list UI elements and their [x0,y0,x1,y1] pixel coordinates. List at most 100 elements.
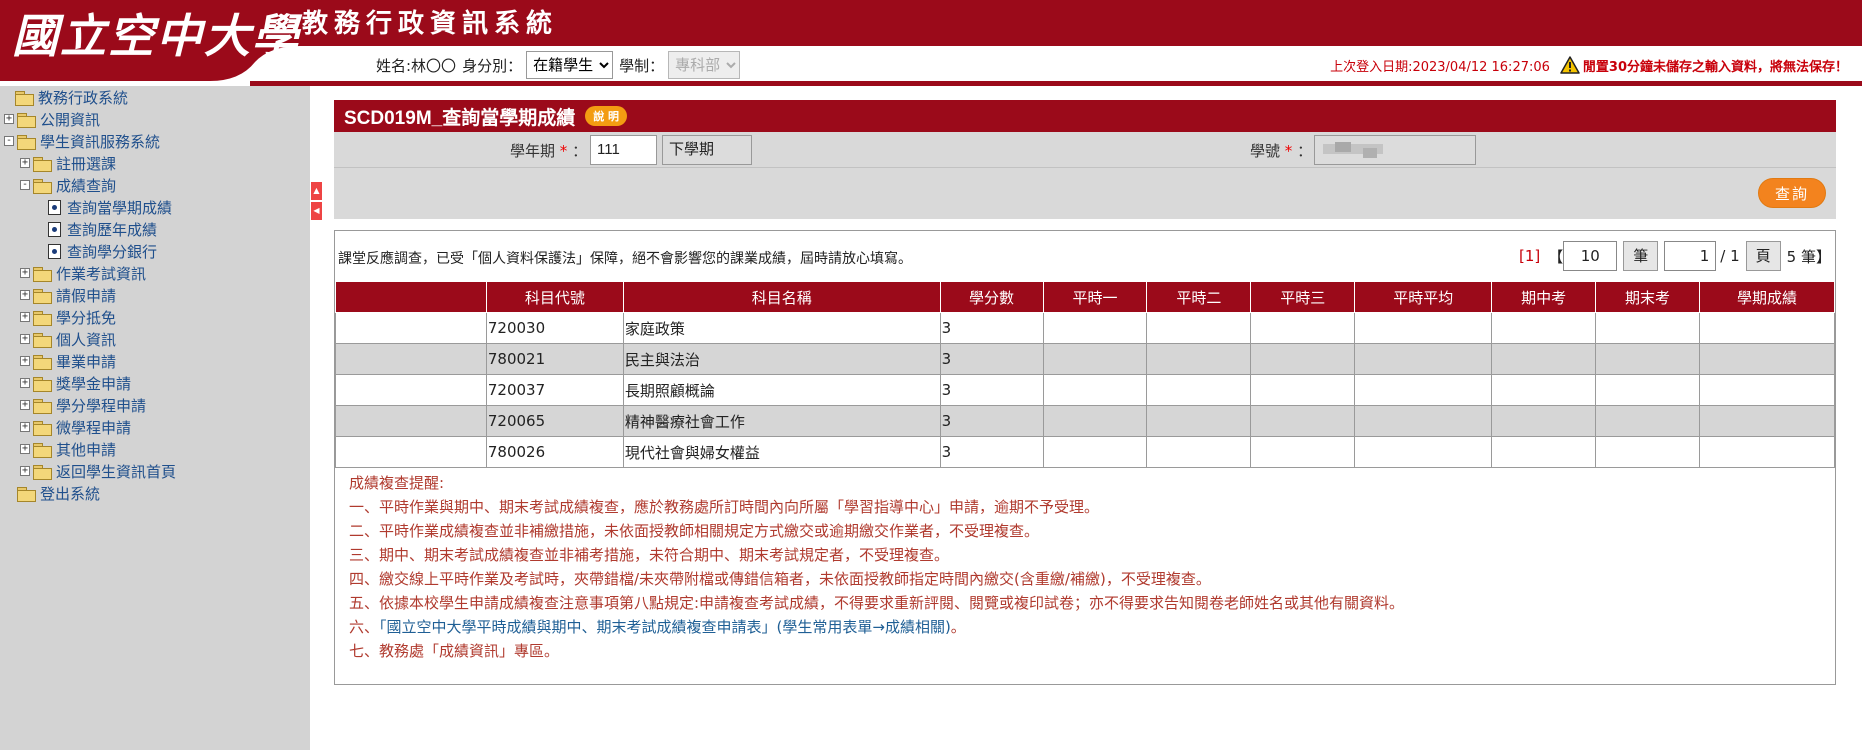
course-credits: 3 [939,405,1044,437]
sidebar-item-back-home[interactable]: + 返回學生資訊首頁 [20,460,176,482]
sidebar-item-other-applications[interactable]: + 其他申請 [20,438,116,460]
current-page-marker[interactable]: [1] [1519,247,1540,265]
tree-root-label: 教務行政系統 [38,88,129,107]
review-form-link[interactable]: 「國立空中大學平時成績與期中、期末考試成績複查申請表」(學生常用表單→成績相關) [379,618,951,636]
query-button[interactable]: 查詢 [1758,178,1826,208]
status-label: 身分別： [462,56,523,75]
record-total: 5 筆 [1786,247,1816,266]
status-select[interactable]: 在籍學生 [526,51,614,79]
expand-icon[interactable]: + [4,114,14,124]
folder-icon [33,354,52,370]
column-header: 期中考 [1491,281,1597,313]
expand-icon[interactable]: + [20,466,30,476]
sidebar-collapse-handle[interactable]: ▲ ◀ [311,182,322,222]
sidebar-item-current-grades[interactable]: 查詢當學期成績 [48,196,172,218]
sidebar-item-scholarship[interactable]: + 獎學金申請 [20,372,131,394]
folder-icon [33,288,52,304]
sidebar-item-label: 微學程申請 [56,418,132,437]
expand-icon[interactable]: + [20,290,30,300]
university-logo[interactable]: 國立空中大學 [12,6,300,66]
collapse-up-icon[interactable]: ▲ [311,182,322,200]
reminder-title: 成績複查提醒: [349,474,445,492]
folder-open-icon [17,134,36,150]
go-page-button[interactable]: 頁 [1745,241,1781,271]
expand-icon[interactable]: + [20,422,30,432]
sidebar-item-label: 學生資訊服務系統 [40,132,161,151]
expand-icon[interactable]: + [20,268,30,278]
collapse-icon[interactable]: - [4,136,14,146]
sidebar-item-label: 返回學生資訊首頁 [56,462,177,481]
sidebar-item-credit-waiver[interactable]: + 學分抵免 [20,306,116,328]
sidebar-item-label: 查詢歷年成績 [67,220,158,239]
page-title-bar: SCD019M_查詢當學期成績 說 明 [334,100,1836,132]
sidebar-item-grade-query[interactable]: - 成績查詢 [20,174,116,196]
sidebar-item-credit-bank[interactable]: 查詢學分銀行 [48,240,157,262]
page-number-input[interactable]: 1 [1664,241,1717,271]
action-row: 查詢 [334,168,1836,219]
sidebar-item-graduation[interactable]: + 畢業申請 [20,350,116,372]
sidebar-item-personal-info[interactable]: + 個人資訊 [20,328,116,350]
sidebar-item-history-grades[interactable]: 查詢歷年成績 [48,218,157,240]
course-code: 720065 [485,405,624,437]
grade-info-link[interactable]: 教務處「成績資訊」專區 [379,642,544,660]
course-name: 家庭政策 [622,312,941,344]
page-size-button[interactable]: 筆 [1623,241,1659,271]
sidebar-item-logout[interactable]: 登出系統 [4,482,100,504]
expand-icon[interactable]: + [20,444,30,454]
expand-icon[interactable]: + [20,356,30,366]
sidebar-item-label: 學分抵免 [56,308,117,327]
folder-open-icon [33,178,52,194]
expand-icon[interactable]: + [20,312,30,322]
pager: [1] 【 10 筆 1 / 1 頁 5 筆 】 [1519,241,1831,271]
page-title: SCD019M_查詢當學期成績 [344,107,576,129]
system-title: 教務行政資訊系統 [302,9,559,39]
sidebar-item-label: 請假申請 [56,286,117,305]
user-info-bar: 姓名:林〇〇 身分別： 在籍學生 學制： 專科部 [376,51,744,79]
expand-icon[interactable]: + [20,158,30,168]
reminder-line: 三、期中、期末考試成績複查並非補考措施，未符合期中、期末考試規定者，不受理複查。 [349,546,950,564]
program-label: 學制： [619,56,665,75]
tree-root[interactable]: 教務行政系統 [2,86,128,108]
header-divider [250,81,1862,86]
folder-icon [33,464,52,480]
page-size-input[interactable]: 10 [1563,241,1618,271]
table-row: 780026 現代社會與婦女權益 3 [335,436,1835,468]
sidebar-item-label: 個人資訊 [56,330,117,349]
collapse-icon[interactable]: - [20,180,30,190]
reminder-line: 二、平時作業成績複查並非補繳措施，未依面授教師相關規定方式繳交或逾期繳交作業者，… [349,522,1040,540]
expand-icon[interactable]: + [20,378,30,388]
sidebar-item-homework-exam[interactable]: + 作業考試資訊 [20,262,146,284]
warning-icon [1560,56,1580,74]
sidebar-item-student-services[interactable]: - 學生資訊服務系統 [4,130,160,152]
pager-open-bracket: 【 [1548,247,1564,266]
year-input[interactable]: 111 [590,135,657,165]
column-header: 學期成績 [1699,281,1835,313]
folder-icon [33,156,52,172]
sidebar-item-label: 註冊選課 [56,154,117,173]
reminder-line: 七、教務處「成績資訊」專區。 [349,642,560,660]
collapse-left-icon[interactable]: ◀ [311,202,322,220]
user-name: 姓名:林〇〇 [376,56,457,75]
sidebar-item-micro-program[interactable]: + 微學程申請 [20,416,131,438]
table-header-row: 科目代號 科目名稱 學分數 平時一 平時二 平時三 平時平均 期中考 期末考 學… [335,281,1835,313]
year-label: 學年期 * ： [510,142,588,160]
expand-icon[interactable]: + [20,334,30,344]
course-name: 精神醫療社會工作 [622,405,941,437]
reminder-line: 四、繳交線上平時作業及考試時，夾帶錯檔/未夾帶附檔或傳錯信箱者，未依面授教師指定… [349,570,1211,588]
sidebar-item-credit-program[interactable]: + 學分學程申請 [20,394,146,416]
expand-icon[interactable]: + [20,400,30,410]
program-select: 專科部 [668,51,741,79]
column-header: 期末考 [1595,281,1701,313]
column-header: 科目代號 [485,281,624,313]
course-code: 720037 [485,374,624,406]
course-credits: 3 [939,343,1044,375]
sidebar-item-public-info[interactable]: + 公開資訊 [4,108,100,130]
student-id-label: 學號 * ： [1250,142,1313,160]
help-button[interactable]: 說 明 [585,106,628,126]
folder-icon [33,376,52,392]
sidebar-item-leave[interactable]: + 請假申請 [20,284,116,306]
reminder-line: 六、「國立空中大學平時成績與期中、期末考試成績複查申請表」(學生常用表單→成績相… [349,618,966,636]
filter-row: 學年期 * ： 111 下學期 學號 * ： [334,132,1836,168]
column-header: 科目名稱 [622,281,941,313]
sidebar-item-registration[interactable]: + 註冊選課 [20,152,116,174]
